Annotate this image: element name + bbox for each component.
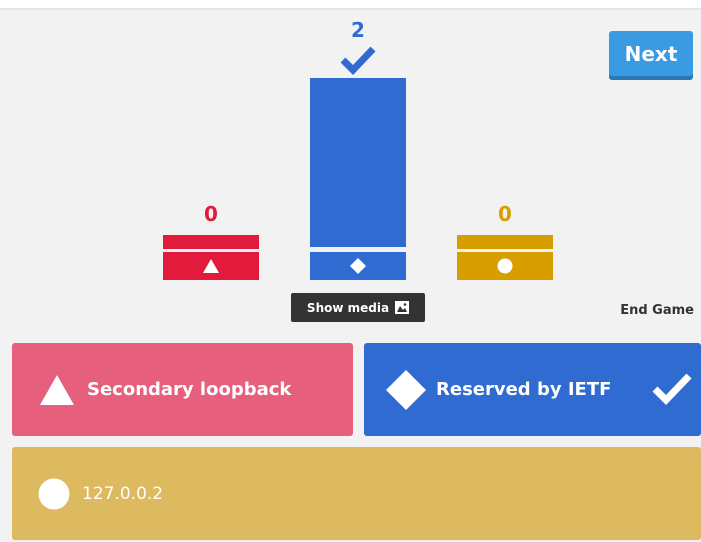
show-media-label: Show media [306,300,390,315]
show-media-button[interactable]: Show media [291,293,425,322]
top-border [0,0,701,10]
correct-check-icon [340,46,376,75]
answer-text: Reserved by IETF [436,379,612,400]
result-count-triangle: 0 [204,202,218,226]
diamond-icon [386,369,426,410]
result-bar-diamond [310,78,406,280]
correct-check-icon [652,373,692,406]
diamond-icon [350,258,366,274]
answer-triangle: Secondary loopback [12,343,353,436]
answer-text: 127.0.0.2 [82,483,164,504]
result-count-circle: 0 [498,202,512,226]
next-button[interactable]: Next [609,31,693,76]
circle-icon [36,474,72,514]
triangle-icon [203,259,219,273]
result-bar-circle [457,235,553,280]
answer-text: Secondary loopback [87,379,292,400]
triangle-icon [37,370,77,410]
circle-icon [497,258,513,274]
answer-circle: 127.0.0.2 [12,447,701,540]
answer-diamond: Reserved by IETF [364,343,701,436]
end-game-link[interactable]: End Game [610,303,694,318]
image-icon [395,301,410,314]
result-count-diamond: 2 [351,18,365,42]
result-bar-triangle [163,235,259,280]
